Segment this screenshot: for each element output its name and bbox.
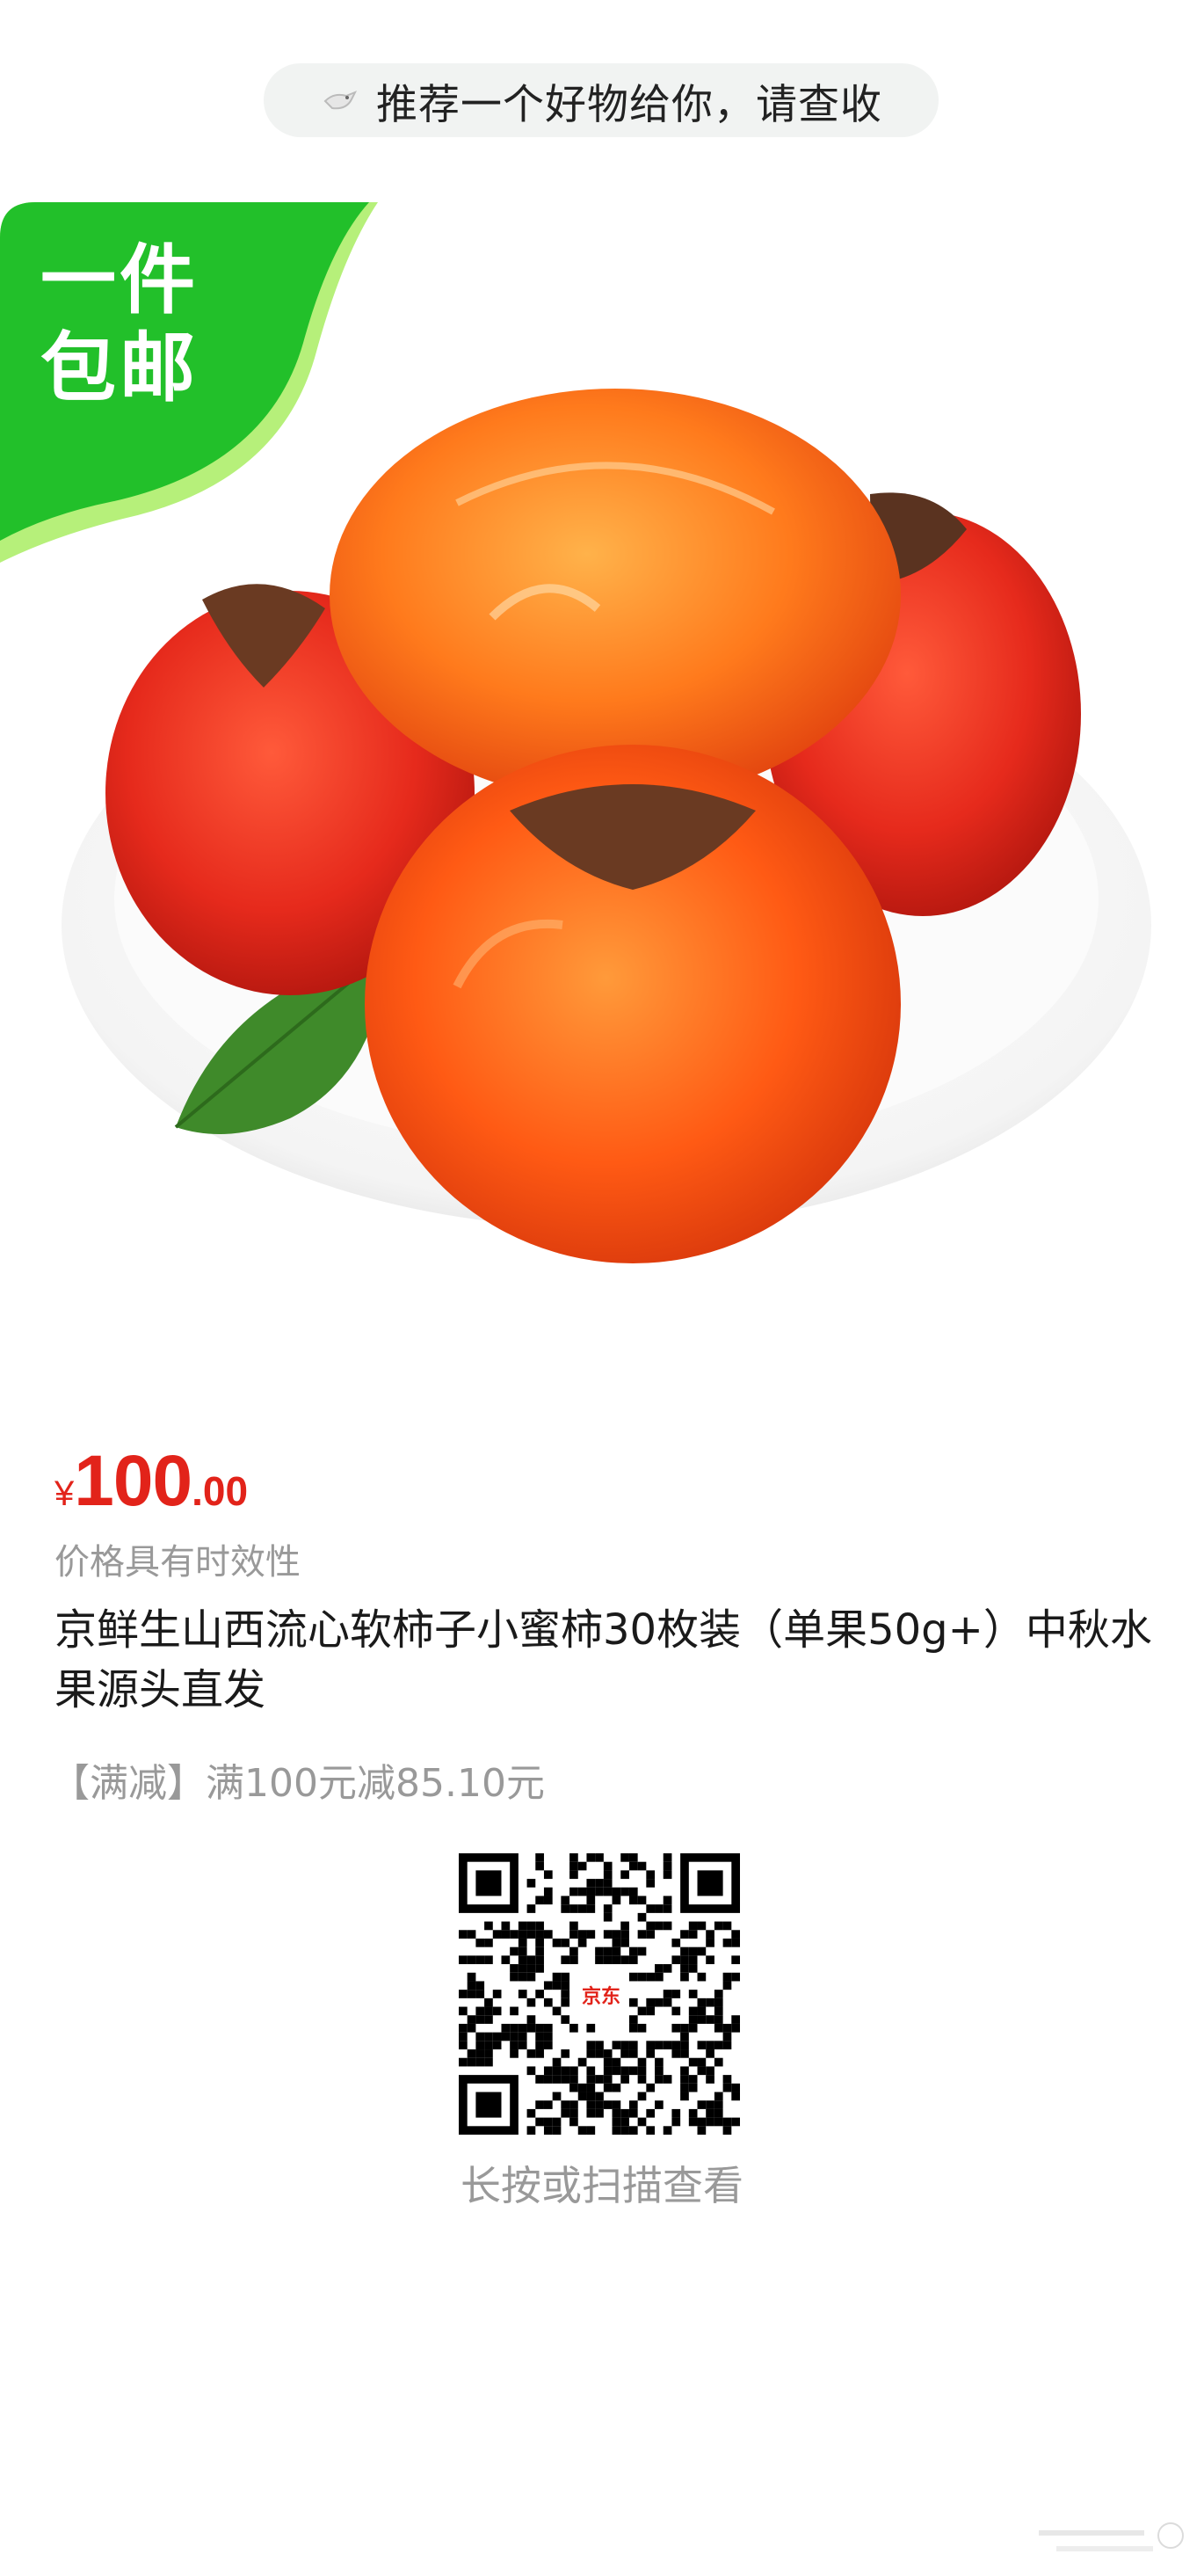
currency-symbol: ¥ <box>54 1474 75 1513</box>
qr-caption: 长按或扫描查看 <box>461 2162 743 2209</box>
price-decimal: .00 <box>192 1468 249 1514</box>
watermark-logo <box>1039 2522 1184 2551</box>
product-title[interactable]: 京鲜生山西流心软柿子小蜜柿30枚装（单果50g+）中秋水果源头直发 <box>54 1600 1153 1720</box>
badge-line-1: 一件 <box>40 236 199 324</box>
price-note: 价格具有时效性 <box>54 1542 301 1583</box>
jd-logo: 京东 <box>576 1975 627 2015</box>
product-price: ¥100.00 <box>54 1440 248 1523</box>
free-shipping-badge: 一件 包邮 <box>0 202 387 571</box>
promo-text: 【满减】满100元减85.10元 <box>51 1761 545 1806</box>
bird-icon <box>323 91 358 110</box>
share-header-text: 推荐一个好物给你，请查收 <box>376 80 882 129</box>
badge-line-2: 包邮 <box>40 324 199 412</box>
price-integer: 100 <box>74 1441 192 1521</box>
qr-code[interactable]: 京东 <box>459 1853 740 2135</box>
share-header: 推荐一个好物给你，请查收 <box>264 63 939 137</box>
